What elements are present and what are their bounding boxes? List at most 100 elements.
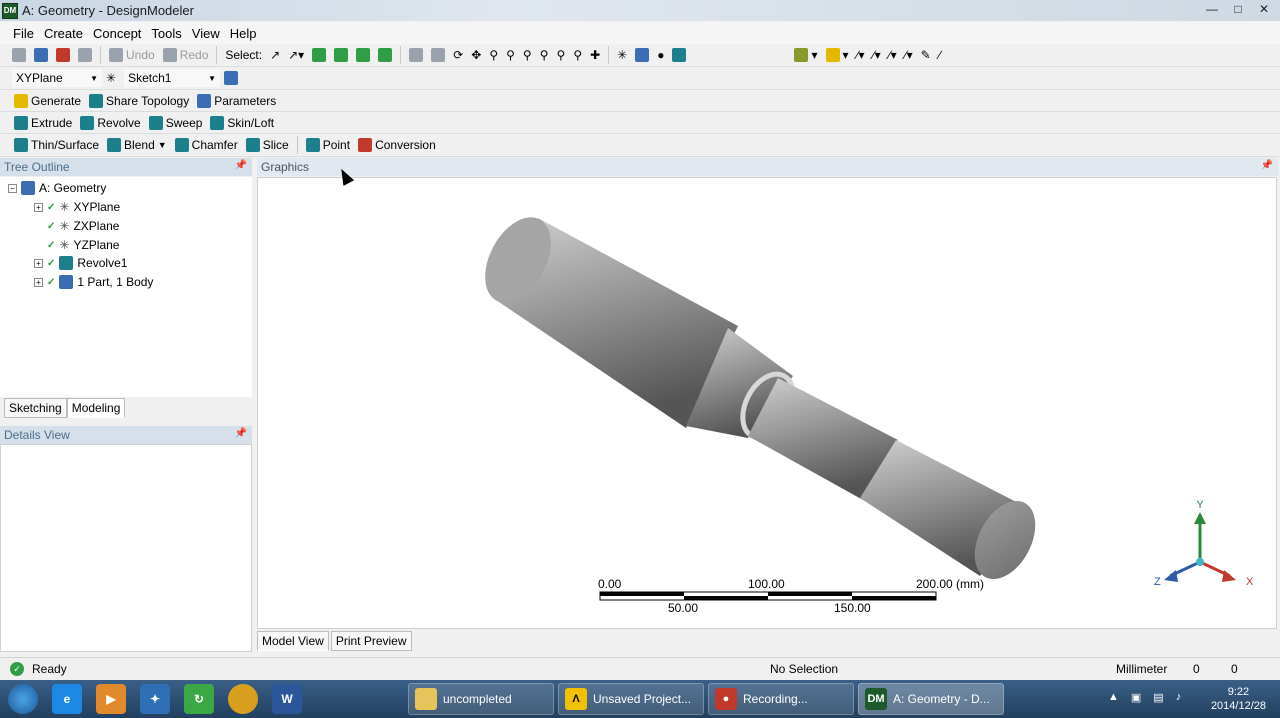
pin-icon[interactable]: 📌 [1261,160,1273,171]
task-unsaved-project[interactable]: Λ Unsaved Project... [558,683,704,715]
tray-volume-icon[interactable]: ♪ [1176,691,1182,704]
select-mode-icon[interactable]: ↗ [266,45,284,65]
pin-icon[interactable]: 📌 [235,160,247,171]
tab-model-view[interactable]: Model View [257,631,329,651]
sketch-select[interactable]: Sketch1 ▼ [124,69,221,87]
green-app-icon[interactable]: ↻ [184,684,214,714]
pin-icon[interactable]: 📌 [235,428,247,439]
chrome-icon[interactable] [228,684,258,714]
save-icon[interactable] [30,45,52,65]
bird-app-icon[interactable]: ✦ [140,684,170,714]
axis-triad[interactable]: Y X Z [1154,499,1254,588]
zoom-fit-icon[interactable]: ⚲ [536,45,553,65]
thin-surface-button[interactable]: Thin/Surface [10,135,103,155]
tree-item-zxplane[interactable]: ✓ ✳ ZXPlane [47,217,119,235]
word-icon[interactable]: W [272,684,302,714]
plane-select[interactable]: XYPlane ▼ [12,69,102,87]
display-bar-icon[interactable]: ▾ [822,45,853,65]
rotate-icon[interactable]: ⟳ [449,45,467,65]
display-plane-icon[interactable]: ▾ [790,45,821,65]
pan-icon[interactable]: ✥ [467,45,485,65]
triad-icon[interactable]: ✳ [613,45,631,65]
collapse-icon[interactable]: − [8,183,17,193]
box-select-icon[interactable] [427,45,449,65]
zoom-out-icon[interactable]: ⚲ [569,45,586,65]
start-button-icon[interactable] [8,684,38,714]
task-recording[interactable]: ● Recording... [708,683,854,715]
menu-help[interactable]: Help [225,26,262,41]
chamfer-button[interactable]: Chamfer [171,135,242,155]
clock[interactable]: 9:22 2014/12/28 [1211,685,1266,713]
internet-explorer-icon[interactable]: e [52,684,82,714]
look-at-icon[interactable] [668,45,690,65]
new-plane-icon[interactable]: ✳ [102,68,120,88]
isometric-icon[interactable]: ✚ [586,45,604,65]
zoom-in-icon[interactable]: ⚲ [502,45,519,65]
media-player-icon[interactable]: ▶ [96,684,126,714]
tab-modeling[interactable]: Modeling [66,398,126,418]
slice-button[interactable]: Slice [242,135,293,155]
pencil-icon[interactable]: ✎ [917,45,935,65]
slice-icon [245,138,260,152]
tray-network-icon[interactable]: ▤ [1153,691,1163,704]
designmodeler-app-icon[interactable]: DM [2,2,18,19]
display-model-icon[interactable] [631,45,653,65]
constraint-icon[interactable]: ∕▾ [869,45,885,65]
maximize-icon[interactable]: □ [1226,0,1250,18]
graphics-viewport[interactable]: 0.00 100.00 200.00 (mm) 50.00 150.00 Y X… [257,177,1277,629]
menu-concept[interactable]: Concept [88,26,146,41]
close-icon[interactable]: ✕ [1252,0,1276,18]
task-uncompleted[interactable]: uncompleted [408,683,554,715]
expand-icon[interactable]: + [34,202,43,212]
new-icon[interactable] [8,45,30,65]
blend-button[interactable]: Blend ▼ [103,135,171,155]
tree-item-yzplane[interactable]: ✓ ✳ YZPlane [47,236,119,254]
tree-item-revolve1[interactable]: + ✓ Revolve1 [34,254,127,272]
menu-tools[interactable]: Tools [146,26,186,41]
expand-icon[interactable]: + [34,277,43,287]
select-vertex-icon[interactable] [308,45,330,65]
menu-create[interactable]: Create [39,26,88,41]
tree-item-xyplane[interactable]: + ✓ ✳ XYPlane [34,198,120,216]
expand-icon[interactable]: + [34,258,43,268]
extend-selection-icon[interactable] [405,45,427,65]
generate-button[interactable]: Generate [10,91,85,111]
zoom-icon[interactable]: ⚲ [485,45,502,65]
axis-icon[interactable]: ∕▾ [885,45,901,65]
redo-button[interactable]: Redo [159,45,213,65]
revolve-button[interactable]: Revolve [76,113,144,133]
menu-file[interactable]: File [8,26,39,41]
new-sketch-icon[interactable] [220,68,242,88]
brush-icon[interactable]: ∕ [935,45,945,65]
select-edge-icon[interactable] [330,45,352,65]
tab-print-preview[interactable]: Print Preview [330,631,412,651]
menu-view[interactable]: View [187,26,225,41]
conversion-button[interactable]: Conversion [354,135,440,155]
undo-button[interactable]: Undo [105,45,159,65]
sweep-button[interactable]: Sweep [145,113,207,133]
tray-arrow-icon[interactable]: ▲ [1108,691,1119,704]
task-designmodeler[interactable]: DM A: Geometry - D... [858,683,1004,715]
conversion-icon [358,138,373,152]
sketch-tool-icon[interactable]: ∕▾ [901,45,917,65]
tree-root[interactable]: − A: Geometry [8,179,106,197]
display-point-icon[interactable]: ● [653,45,668,65]
screenshot-icon[interactable] [74,45,96,65]
share-topology-button[interactable]: Share Topology [85,91,193,111]
extrude-button[interactable]: Extrude [10,113,76,133]
select-body-icon[interactable] [374,45,396,65]
tab-sketching[interactable]: Sketching [4,398,67,418]
tree-item-bodies[interactable]: + ✓ 1 Part, 1 Body [34,273,153,291]
dimension-icon[interactable]: ∕▾ [853,45,869,65]
tray-power-icon[interactable]: ▣ [1131,691,1141,704]
zoom-box-icon[interactable]: ⚲ [519,45,536,65]
select-face-icon[interactable] [352,45,374,65]
zoom-selection-icon[interactable]: ⚲ [553,45,570,65]
save-as-icon[interactable] [52,45,74,65]
shaft-part[interactable] [472,206,1048,589]
select-filter-icon[interactable]: ↗▾ [284,45,308,65]
minimize-icon[interactable]: — [1200,0,1224,18]
skin-loft-button[interactable]: Skin/Loft [206,113,278,133]
point-button[interactable]: Point [302,135,354,155]
parameters-button[interactable]: Parameters [193,91,280,111]
